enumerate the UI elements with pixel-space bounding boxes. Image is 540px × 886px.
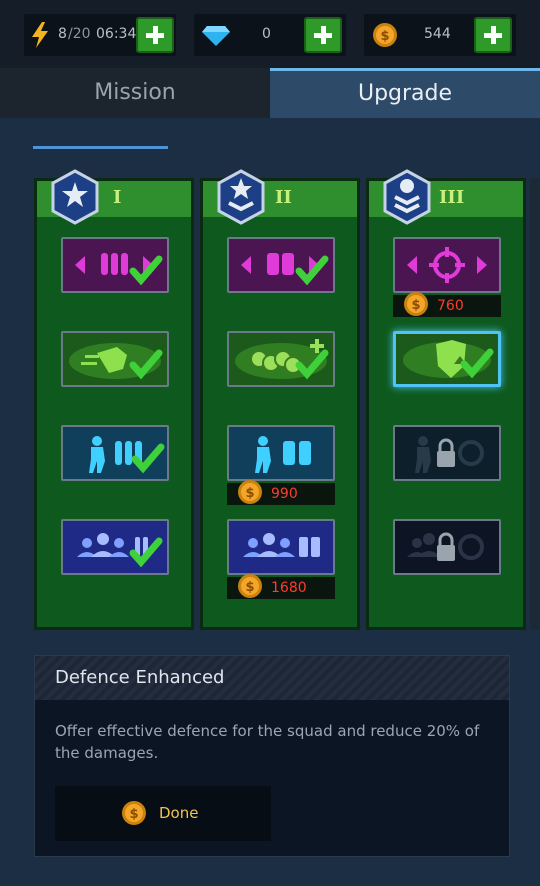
upgrade-squad-magazine[interactable]: [227, 519, 335, 575]
upgrade-ammo-expand[interactable]: [61, 237, 169, 293]
upgrade-squad-ammo[interactable]: [61, 519, 169, 575]
coin-icon: $: [373, 23, 397, 47]
resource-bar: 8 /20 06:34 0 $ 544: [0, 0, 540, 70]
tier-numeral: I: [113, 187, 122, 208]
add-coins-button[interactable]: [474, 17, 512, 53]
lock-icon: [437, 451, 455, 467]
upgrade-soldier-magazine[interactable]: [227, 425, 335, 481]
tier-column-partial: [530, 178, 540, 630]
upgrade-speed-boost[interactable]: [61, 331, 169, 387]
upgrade-coins-plus[interactable]: [227, 331, 335, 387]
cost-value: 990: [271, 486, 298, 502]
upgrade-magazine-expand[interactable]: [227, 237, 335, 293]
rank-badge-icon: [51, 169, 99, 225]
tier-column-3: III $ 760: [366, 169, 526, 630]
svg-text:$: $: [245, 486, 254, 501]
upgrade-soldier-ammo[interactable]: [61, 425, 169, 481]
coin-icon: $: [238, 480, 262, 504]
tab-bar: Mission Upgrade: [0, 68, 540, 118]
cost-value: 1680: [271, 580, 307, 596]
coin-icon: $: [404, 292, 428, 316]
cost-value: 760: [437, 298, 464, 314]
upgrade-locked-squad[interactable]: [393, 519, 501, 575]
coins-counter: $ 544: [364, 14, 516, 56]
upgrade-title: Defence Enhanced: [55, 667, 225, 688]
panel-header: Defence Enhanced: [35, 656, 509, 700]
svg-text:$: $: [411, 298, 420, 313]
tab-mission[interactable]: Mission: [0, 68, 270, 118]
energy-counter: 8 /20 06:34: [24, 14, 176, 56]
tier-column-1: I: [34, 169, 194, 630]
coin-icon: $: [238, 574, 262, 598]
coins-value: 544: [424, 26, 451, 42]
svg-text:$: $: [380, 29, 389, 44]
tier-numeral: III: [439, 187, 465, 208]
rank-badge-icon: [383, 169, 431, 225]
tier-numeral: II: [275, 187, 292, 208]
upgrade-locked-soldier[interactable]: [393, 425, 501, 481]
done-label: Done: [159, 804, 199, 822]
svg-text:$: $: [129, 807, 138, 822]
tab-upgrade[interactable]: Upgrade: [270, 68, 540, 118]
tier-column-2: II $ 990 $ 1680: [200, 169, 360, 630]
add-energy-button[interactable]: [136, 17, 174, 53]
lock-icon: [437, 545, 455, 561]
add-gems-button[interactable]: [304, 17, 342, 53]
tab-indicator: [33, 146, 168, 149]
cost-label: $ 990: [227, 480, 335, 505]
done-button[interactable]: $ Done: [55, 786, 271, 841]
gems-counter: 0: [194, 14, 346, 56]
upgrade-crosshair-expand[interactable]: [393, 237, 501, 293]
coin-icon: $: [122, 801, 146, 825]
energy-current: 8: [58, 26, 67, 42]
upgrade-description: Offer effective defence for the squad an…: [55, 722, 480, 762]
upgrade-shield-selected[interactable]: [393, 331, 501, 387]
gems-value: 0: [262, 26, 271, 42]
cost-label: $ 1680: [227, 574, 335, 599]
lightning-icon: [32, 22, 48, 48]
svg-text:$: $: [245, 580, 254, 595]
cost-label: $ 760: [393, 292, 501, 317]
rank-badge-icon: [217, 169, 265, 225]
energy-max: /20: [68, 26, 91, 42]
diamond-icon: [202, 26, 230, 46]
energy-timer: 06:34: [96, 26, 137, 42]
upgrade-detail-panel: Defence Enhanced Offer effective defence…: [34, 655, 510, 857]
